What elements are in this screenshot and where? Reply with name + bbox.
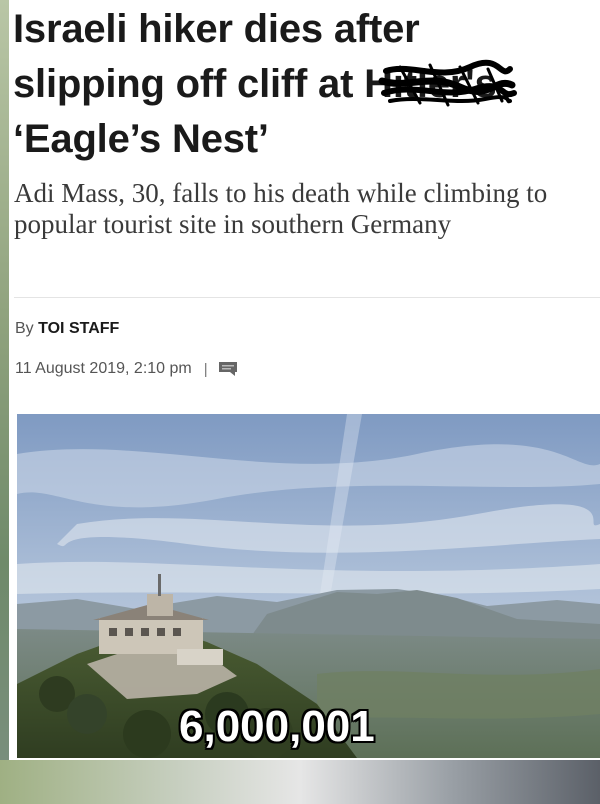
dateline-separator: | — [203, 360, 208, 378]
divider — [14, 297, 600, 298]
meme-caption: 6,000,001 — [179, 702, 375, 751]
redacted-word: Hitler's — [364, 57, 518, 112]
article: Israeli hiker dies after slipping off cl… — [9, 0, 600, 804]
dateline: 11 August 2019, 2:10 pm | — [15, 360, 238, 378]
comment-icon[interactable] — [218, 361, 238, 377]
bottom-background-strip — [0, 760, 600, 804]
publish-date: 11 August 2019, 2:10 pm — [15, 360, 192, 377]
byline-prefix: By — [15, 320, 34, 337]
subheadline: Adi Mass, 30, falls to his death while c… — [14, 178, 548, 239]
byline: By TOI STAFF — [15, 320, 119, 338]
scribble-overlay — [378, 59, 518, 107]
headline: Israeli hiker dies after slipping off cl… — [13, 2, 598, 167]
headline-line-3: ‘Eagle’s Nest’ — [13, 117, 269, 161]
left-background-strip — [0, 0, 9, 804]
headline-line-1: Israeli hiker dies after — [13, 7, 420, 51]
byline-author-link[interactable]: TOI STAFF — [38, 320, 119, 337]
headline-line-2-prefix: slipping off cliff at — [13, 62, 365, 106]
